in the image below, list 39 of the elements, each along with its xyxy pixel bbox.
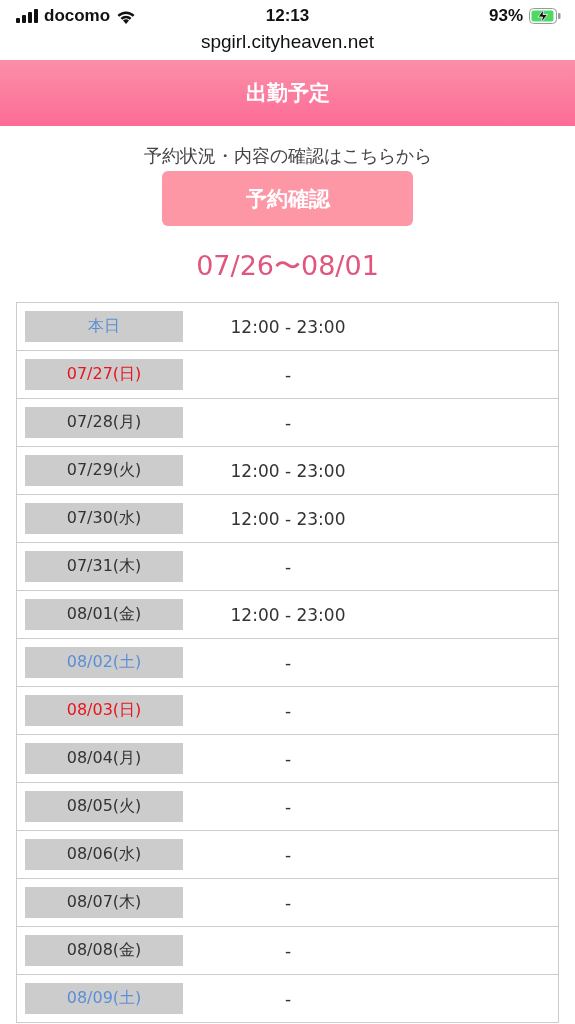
day-label: 08/04(月) bbox=[25, 743, 183, 774]
shift-hours: - bbox=[283, 844, 293, 865]
shift-hours: - bbox=[283, 940, 293, 961]
shift-hours: 12:00 - 23:00 bbox=[229, 508, 347, 529]
day-label: 本日 bbox=[25, 311, 183, 342]
carrier-name: docomo bbox=[44, 6, 111, 26]
day-label: 08/09(土) bbox=[25, 983, 183, 1014]
signal-icon bbox=[16, 9, 38, 23]
date-range: 07/26〜08/01 bbox=[196, 249, 379, 283]
shift-hours: - bbox=[283, 364, 293, 385]
shift-hours: - bbox=[283, 412, 293, 433]
day-label: 08/02(土) bbox=[25, 647, 183, 678]
day-label: 08/01(金) bbox=[25, 599, 183, 630]
day-label: 07/29(火) bbox=[25, 455, 183, 486]
battery-icon bbox=[529, 8, 561, 24]
shift-hours: - bbox=[283, 700, 293, 721]
shift-hours: - bbox=[283, 796, 293, 817]
shift-hours: 12:00 - 23:00 bbox=[229, 604, 347, 625]
day-label: 08/08(金) bbox=[25, 935, 183, 966]
shift-hours: - bbox=[283, 892, 293, 913]
day-label: 08/05(火) bbox=[25, 791, 183, 822]
page-title: 出勤予定 bbox=[245, 80, 330, 107]
day-label: 07/28(月) bbox=[25, 407, 183, 438]
shift-hours: - bbox=[283, 556, 293, 577]
day-label: 08/06(水) bbox=[25, 839, 183, 870]
shift-hours: - bbox=[283, 988, 293, 1009]
day-label: 08/07(木) bbox=[25, 887, 183, 918]
reservation-note: 予約状況・内容の確認はこちらから bbox=[143, 144, 432, 168]
battery-percentage: 93% bbox=[488, 6, 523, 26]
day-label: 07/30(水) bbox=[25, 503, 183, 534]
day-label: 07/27(日) bbox=[25, 359, 183, 390]
shift-hours: - bbox=[283, 748, 293, 769]
shift-hours: 12:00 - 23:00 bbox=[229, 316, 347, 337]
shift-hours: 12:00 - 23:00 bbox=[229, 460, 347, 481]
clock-time: 12:13 bbox=[265, 6, 310, 26]
day-label: 07/31(木) bbox=[25, 551, 183, 582]
day-label: 08/03(日) bbox=[25, 695, 183, 726]
shift-hours: - bbox=[283, 652, 293, 673]
url-text[interactable]: spgirl.cityheaven.net bbox=[200, 32, 375, 60]
